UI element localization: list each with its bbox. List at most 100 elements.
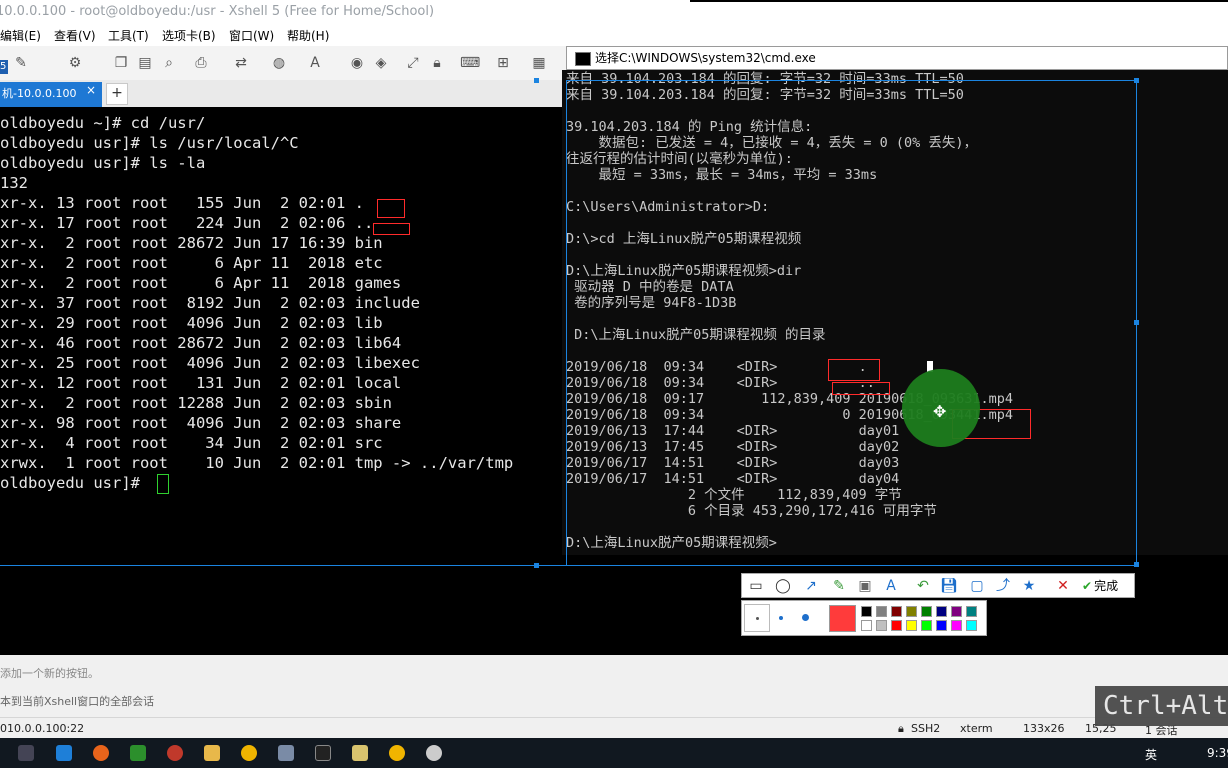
move-cursor-icon: ✥ xyxy=(933,402,947,421)
font-icon[interactable]: A xyxy=(306,54,324,72)
terminal-line: xr-x. 29 root root 4096 Jun 2 02:03 lib xyxy=(0,314,383,332)
terminal-line: xr-x. 13 root root 155 Jun 2 02:01 . xyxy=(0,194,364,212)
rectangle-tool-icon[interactable]: ▭ xyxy=(747,577,765,595)
xshell-app-icon[interactable] xyxy=(130,745,146,761)
mosaic-tool-icon[interactable]: ▣ xyxy=(856,577,874,595)
menu-view[interactable]: 查看(V) xyxy=(54,27,96,44)
terminal-line: xr-x. 25 root root 4096 Jun 2 02:03 libe… xyxy=(0,354,420,372)
capture-selection-frame[interactable] xyxy=(566,80,1137,566)
firefox-icon[interactable] xyxy=(93,745,109,761)
paste-icon[interactable]: ▤ xyxy=(136,54,154,72)
current-color-swatch[interactable] xyxy=(829,605,856,632)
resize-handle[interactable] xyxy=(1134,78,1139,83)
copy-icon[interactable]: ❐ xyxy=(112,54,130,72)
undo-icon[interactable]: ↶ xyxy=(914,577,932,595)
chrome-icon-2[interactable] xyxy=(389,745,405,761)
xshell-title-bar: 10.0.0.100 - root@oldboyedu:/usr - Xshel… xyxy=(0,0,1228,24)
clock[interactable]: 9:39 xyxy=(1207,746,1228,760)
task-view-icon[interactable] xyxy=(18,745,34,761)
search-icon[interactable]: ⌕ xyxy=(160,54,178,72)
menu-tools[interactable]: 工具(T) xyxy=(108,27,149,44)
cmd-icon xyxy=(575,52,591,66)
color-swatch[interactable] xyxy=(906,620,917,631)
capture-guide-line xyxy=(0,565,566,566)
menu-edit[interactable]: 编辑(E) xyxy=(0,27,41,44)
status-size: 133x26 xyxy=(1023,722,1065,735)
cancel-icon[interactable]: ✕ xyxy=(1054,577,1072,595)
app-icon-2[interactable] xyxy=(426,745,442,761)
terminal-line: xr-x. 2 root root 6 Apr 11 2018 games xyxy=(0,274,402,292)
arrow-tool-icon[interactable]: ↗ xyxy=(802,577,820,595)
color-swatch[interactable] xyxy=(906,606,917,617)
color-swatch[interactable] xyxy=(921,606,932,617)
menu-tabs[interactable]: 选项卡(B) xyxy=(162,27,216,44)
terminal-line: xr-x. 12 root root 131 Jun 2 02:01 local xyxy=(0,374,402,392)
globe-icon[interactable]: ◍ xyxy=(270,54,288,72)
notepad-icon[interactable] xyxy=(352,745,368,761)
color-swatch[interactable] xyxy=(951,620,962,631)
red-highlight-box xyxy=(832,382,890,395)
print-icon[interactable]: ⎙ xyxy=(192,54,210,72)
color-swatch[interactable] xyxy=(936,606,947,617)
fullscreen-icon[interactable]: ⤢ xyxy=(404,54,422,72)
menu-help[interactable]: 帮助(H) xyxy=(287,27,329,44)
add-button-icon[interactable]: ⊞ xyxy=(494,54,512,72)
chrome-icon[interactable] xyxy=(241,745,257,761)
menu-window[interactable]: 窗口(W) xyxy=(229,27,274,44)
app-icon[interactable] xyxy=(167,745,183,761)
transfer-icon[interactable]: ⇄ xyxy=(232,54,250,72)
color-swatch[interactable] xyxy=(921,620,932,631)
windows-taskbar: 英 9:39 xyxy=(0,738,1228,768)
color-swatch[interactable] xyxy=(966,606,977,617)
size-small-option[interactable] xyxy=(744,604,770,632)
done-button[interactable]: ✔ 完成 xyxy=(1082,577,1118,594)
color-swatch[interactable] xyxy=(891,606,902,617)
terminal-line: xr-x. 17 root root 224 Jun 2 02:06 .. xyxy=(0,214,374,232)
cmd-title-bar[interactable]: 选择C:\WINDOWS\system32\cmd.exe xyxy=(566,46,1228,70)
ellipse-tool-icon[interactable]: ◯ xyxy=(774,577,792,595)
folder-icon[interactable] xyxy=(204,745,220,761)
pen-tool-icon[interactable]: ✎ xyxy=(830,577,848,595)
color-swatch[interactable] xyxy=(951,606,962,617)
size-large-option[interactable] xyxy=(802,614,809,621)
toolbar-number: 5 xyxy=(0,60,8,74)
size-medium-option[interactable] xyxy=(779,616,783,620)
layout-icon[interactable]: ▦ xyxy=(530,54,548,72)
terminal-line: xr-x. 46 root root 28672 Jun 2 02:03 lib… xyxy=(0,334,402,352)
color-swatch[interactable] xyxy=(861,606,872,617)
tab-close-icon[interactable]: × xyxy=(86,83,96,97)
pencil-icon[interactable]: ✎ xyxy=(12,54,30,72)
resize-handle[interactable] xyxy=(534,78,539,83)
lock-icon[interactable]: 🔒︎ xyxy=(428,54,446,72)
text-tool-icon[interactable]: A xyxy=(882,577,900,595)
ime-indicator[interactable]: 英 xyxy=(1145,746,1157,763)
annotation-toolbar: ▭ ◯ ↗ ✎ ▣ A ↶ 💾︎ ▢ ⤴ ★ ✕ ✔ 完成 xyxy=(741,573,1135,598)
status-protocol: SSH2 xyxy=(911,722,941,735)
share-icon[interactable]: ⤴ xyxy=(994,577,1012,595)
color-swatch[interactable] xyxy=(891,620,902,631)
save-icon[interactable]: 💾︎ xyxy=(940,577,958,595)
network-app-icon[interactable] xyxy=(278,745,294,761)
cmd-title: 选择C:\WINDOWS\system32\cmd.exe xyxy=(595,51,816,65)
color-swatch[interactable] xyxy=(936,620,947,631)
color-swatch[interactable] xyxy=(966,620,977,631)
color-swatch[interactable] xyxy=(861,620,872,631)
resize-handle[interactable] xyxy=(1134,562,1139,567)
cmd-app-icon[interactable] xyxy=(315,745,331,761)
color-swatch[interactable] xyxy=(876,620,887,631)
pin-icon[interactable]: ▢ xyxy=(968,577,986,595)
new-tab-button[interactable]: + xyxy=(106,83,128,105)
hint-text: 本到当前Xshell窗口的全部会话 xyxy=(0,695,155,708)
collect-icon[interactable]: ★ xyxy=(1020,577,1038,595)
color-swatch[interactable] xyxy=(876,606,887,617)
top-edge-bar xyxy=(690,0,1228,2)
check-icon: ✔ xyxy=(1082,579,1093,593)
keystroke-overlay: Ctrl+Alt xyxy=(1095,686,1228,726)
resize-handle[interactable] xyxy=(1134,320,1139,325)
script-icon[interactable]: ◉ xyxy=(348,54,366,72)
edge-icon[interactable] xyxy=(56,745,72,761)
settings-icon[interactable]: ⚙ xyxy=(66,54,84,72)
resize-handle[interactable] xyxy=(534,563,539,568)
plugin-icon[interactable]: ◈ xyxy=(372,54,390,72)
keyboard-icon[interactable]: ⌨ xyxy=(460,54,480,72)
